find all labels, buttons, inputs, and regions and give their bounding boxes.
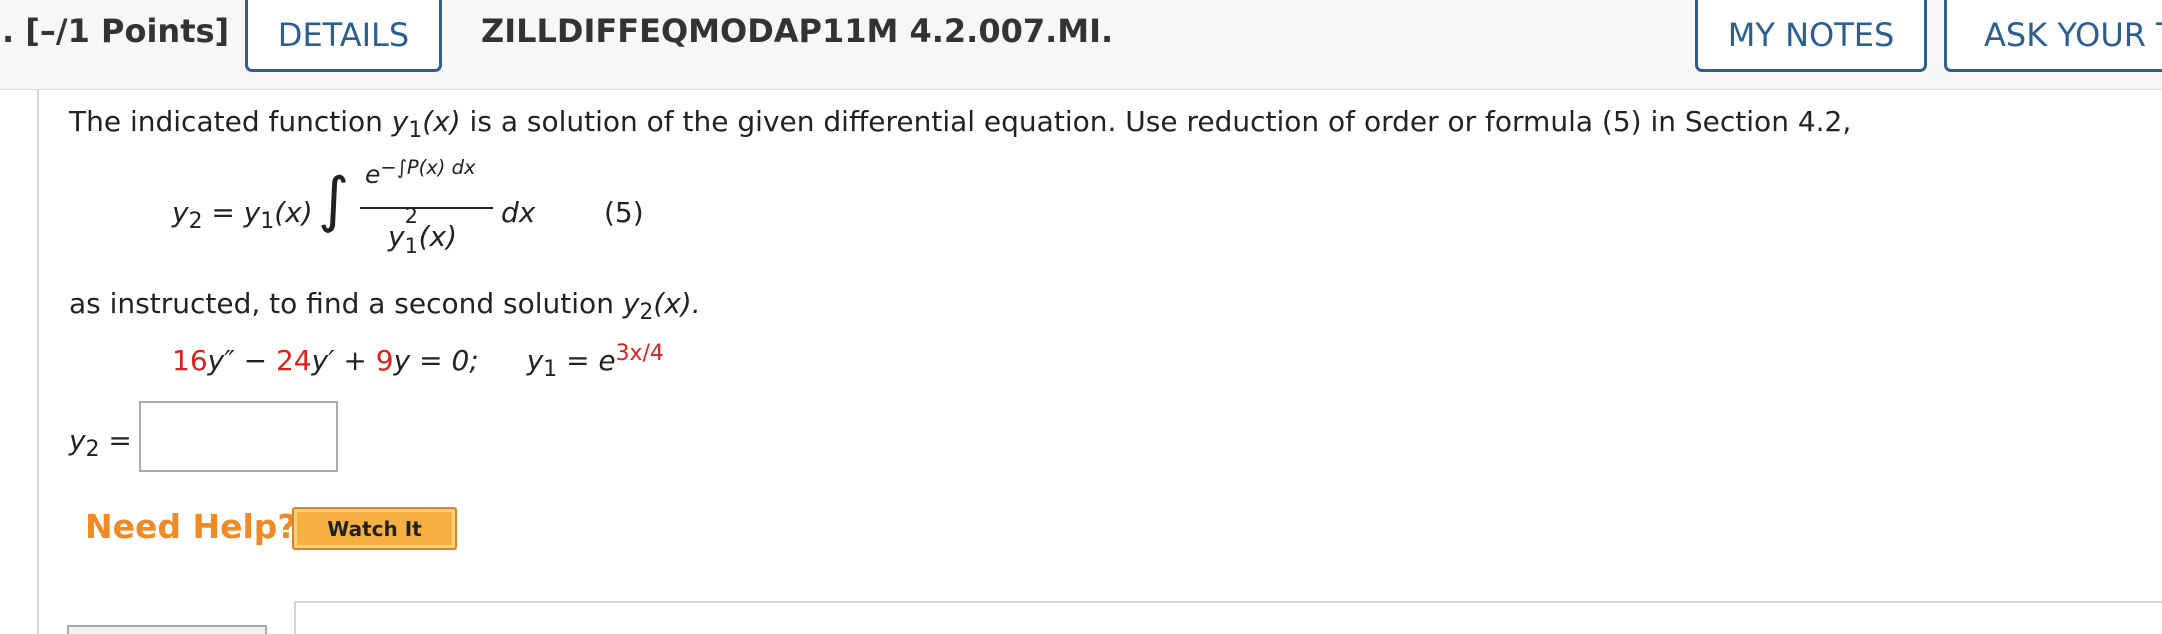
question-header: . [–/1 Points] DETAILS ZILLDIFFEQMODAP11… bbox=[0, 0, 2162, 90]
denominator-sup: 2 bbox=[404, 204, 418, 228]
de-y1-equals-e: = e bbox=[557, 344, 616, 377]
instructed-var-y: y bbox=[622, 287, 640, 320]
fraction-bar bbox=[360, 207, 493, 209]
denominator-sub: 1 bbox=[404, 234, 418, 258]
equation-number: (5) bbox=[604, 196, 644, 229]
formula-lhs: y2 = y1(x) bbox=[172, 196, 313, 234]
coefficient-9: 9 bbox=[375, 344, 394, 377]
problem-intro: The indicated function y1(x) is a soluti… bbox=[69, 105, 1852, 143]
formula-equals: = bbox=[202, 196, 244, 229]
answer-label-y: y bbox=[69, 424, 86, 457]
formula-y1-sub: 1 bbox=[260, 209, 275, 235]
de-exponent: 3x/4 bbox=[615, 341, 664, 367]
fraction-numerator: e−∫P(x) dx bbox=[365, 156, 476, 189]
de-term-3: y = 0; bbox=[393, 344, 479, 377]
formula-dx: dx bbox=[501, 196, 536, 229]
fraction-denominator: y 2 1 (x) bbox=[388, 204, 457, 258]
formula-y2: y bbox=[172, 196, 189, 229]
ask-teacher-button[interactable]: ASK YOUR T bbox=[1944, 0, 2162, 72]
points-label: . [–/1 Points] bbox=[2, 12, 230, 50]
answer-label: y2 = bbox=[69, 424, 132, 462]
differential-equation: 16y″ − 24y′ + 9y = 0; y1 = e3x/4 bbox=[172, 341, 664, 382]
de-y1-sub: 1 bbox=[543, 357, 558, 383]
de-term-2: y′ + bbox=[311, 344, 376, 377]
intro-text-a: The indicated function bbox=[69, 105, 392, 138]
formula-y1: y bbox=[243, 196, 261, 229]
problem-id: ZILLDIFFEQMODAP11M 4.2.007.MI. bbox=[481, 12, 1114, 50]
submit-button-partial[interactable] bbox=[67, 625, 267, 634]
my-notes-button[interactable]: MY NOTES bbox=[1695, 0, 1927, 72]
coefficient-16: 16 bbox=[172, 344, 208, 377]
coefficient-24: 24 bbox=[275, 344, 312, 377]
denominator-y: y bbox=[388, 220, 405, 253]
answer-label-equals: = bbox=[99, 424, 132, 457]
intro-var-x: (x) bbox=[422, 105, 461, 138]
integral-sign: ∫ bbox=[318, 165, 350, 235]
answer-label-sub: 2 bbox=[85, 437, 100, 463]
intro-var-y: y bbox=[391, 105, 409, 138]
formula-x: (x) bbox=[274, 196, 313, 229]
instructed-text: as instructed, to find a second solution… bbox=[69, 287, 701, 325]
de-term-1: y″ − bbox=[207, 344, 276, 377]
need-help-label: Need Help? bbox=[85, 507, 297, 546]
de-y1: y bbox=[526, 344, 544, 377]
instructed-sub: 2 bbox=[639, 300, 654, 326]
intro-sub: 1 bbox=[408, 118, 423, 144]
answer-input[interactable] bbox=[139, 401, 338, 472]
numerator-e: e bbox=[365, 160, 381, 189]
details-button[interactable]: DETAILS bbox=[245, 0, 442, 72]
intro-text-b: is a solution of the given differential … bbox=[460, 105, 1852, 138]
formula-y2-sub: 2 bbox=[188, 209, 203, 235]
instructed-text-a: as instructed, to find a second solution bbox=[69, 287, 623, 320]
bottom-panel bbox=[294, 601, 2162, 634]
left-divider bbox=[37, 90, 39, 634]
denominator-x: (x) bbox=[418, 220, 457, 253]
watch-it-button[interactable]: Watch It bbox=[292, 507, 457, 550]
instructed-var-x: (x). bbox=[653, 287, 701, 320]
numerator-exponent: −∫P(x) dx bbox=[380, 156, 476, 180]
